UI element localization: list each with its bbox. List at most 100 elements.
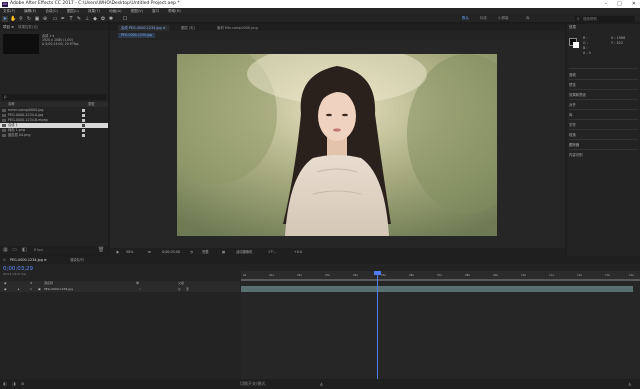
toggle-panel-icon[interactable]: ◧ bbox=[3, 381, 7, 386]
info-panel: 信息 R : G : B : A : 0 X : 1966 Y : 320 音频… bbox=[567, 24, 640, 256]
info-g: G : bbox=[583, 41, 588, 45]
label-color bbox=[82, 109, 85, 112]
workspace-default[interactable]: 默认 bbox=[462, 16, 469, 21]
tab-project[interactable]: 项目 ≡ bbox=[3, 24, 14, 31]
rectangle-tool-icon[interactable]: ▭ bbox=[52, 16, 58, 22]
divider bbox=[569, 68, 638, 69]
exposure-value[interactable]: +0.0 bbox=[294, 248, 302, 256]
selection-tool-icon[interactable]: ➤ bbox=[2, 15, 8, 22]
current-time-display[interactable]: 0;00;03;29 bbox=[3, 266, 33, 272]
info-panel-title[interactable]: 信息 bbox=[569, 25, 576, 30]
clone-tool-icon[interactable]: ⊥ bbox=[84, 16, 90, 22]
close-tab-icon[interactable]: ✕ bbox=[3, 257, 6, 264]
eraser-tool-icon[interactable]: ◆ bbox=[92, 16, 98, 22]
hand-tool-icon[interactable]: ✋ bbox=[10, 16, 16, 22]
pan-behind-tool-icon[interactable]: ⊕ bbox=[42, 16, 48, 22]
zoom-dropdown[interactable]: 50% bbox=[126, 248, 133, 256]
tab-effect-controls[interactable]: 效果控件(无) bbox=[18, 24, 38, 31]
graph-editor-icon[interactable]: ⊞ bbox=[21, 381, 24, 386]
text-tool-icon[interactable]: T bbox=[68, 16, 74, 22]
divider bbox=[569, 79, 638, 80]
workspace-standard[interactable]: 标准 bbox=[480, 16, 487, 21]
tab-composition[interactable]: 合成 PEG-0000-1234.jpg ≡ bbox=[118, 25, 169, 31]
minimize-icon[interactable]: – bbox=[605, 0, 608, 8]
project-search-input[interactable]: ρ bbox=[2, 94, 106, 100]
ruler-label: 04s bbox=[353, 273, 359, 277]
panel-character[interactable]: 字符 bbox=[569, 122, 576, 127]
ruler-label: 01s bbox=[269, 273, 275, 277]
panel-content-aware[interactable]: 内容识别 bbox=[569, 152, 583, 157]
work-area-bar[interactable] bbox=[241, 279, 640, 281]
playhead-line[interactable] bbox=[377, 271, 378, 379]
project-footer: ▦ ▭ ◧ 8 bpc 🗑 bbox=[0, 246, 108, 254]
transparency-grid-icon[interactable]: ▦ bbox=[222, 248, 225, 256]
panel-library[interactable]: 库 bbox=[569, 112, 572, 117]
panel-effects-presets[interactable]: 效果和预设 bbox=[569, 92, 586, 97]
rotate-tool-icon[interactable]: ↻ bbox=[26, 16, 32, 22]
layer-duration-bar[interactable] bbox=[241, 286, 633, 292]
panel-align[interactable]: 对齐 bbox=[569, 102, 576, 107]
ruler-label: 07s bbox=[437, 273, 443, 277]
zoom-in-icon[interactable]: ◮ bbox=[628, 381, 631, 386]
column-name[interactable]: 名称 bbox=[8, 102, 15, 107]
new-composition-icon[interactable]: ◧ bbox=[22, 247, 27, 253]
label-color bbox=[82, 134, 85, 137]
tab-render-queue[interactable]: 渲染队列 bbox=[70, 257, 84, 264]
safe-margins-icon[interactable]: ⊞ bbox=[148, 248, 151, 256]
timeline-track-area[interactable]: 0s 01s 02s 03s 04s 05s 06s 07s 08s 09s 1… bbox=[241, 271, 640, 379]
camera-dropdown[interactable]: 活动摄像机 bbox=[236, 248, 252, 256]
ruler-label: 08s bbox=[465, 273, 471, 277]
bit-depth-button[interactable]: 8 bpc bbox=[34, 248, 43, 252]
footage-icon bbox=[2, 134, 6, 137]
help-search-input[interactable]: ⚲ 搜索帮助 bbox=[575, 15, 635, 22]
column-type[interactable]: 类型 bbox=[88, 102, 95, 107]
new-folder-icon[interactable]: ▭ bbox=[12, 247, 17, 253]
interpret-footage-icon[interactable]: ▦ bbox=[3, 247, 8, 253]
ruler-label: 09s bbox=[493, 273, 499, 277]
panel-paragraph[interactable]: 段落 bbox=[569, 132, 576, 137]
layer-list-area bbox=[0, 292, 240, 379]
maximize-icon[interactable]: □ bbox=[617, 0, 622, 8]
tab-layer[interactable]: 图层 (无) bbox=[178, 25, 198, 31]
footage-icon bbox=[2, 114, 6, 117]
current-time-display[interactable]: 0;00;05;00 bbox=[162, 248, 180, 256]
delete-icon[interactable]: 🗑 bbox=[98, 247, 104, 253]
camera-tool-icon[interactable]: ▣ bbox=[34, 16, 40, 22]
project-item-info: 合成 1 ▾ 1920 x 1080 (1.00) Δ 0;00;15;00, … bbox=[42, 34, 79, 46]
woman-portrait-image bbox=[177, 54, 497, 236]
tab-timeline-comp[interactable]: PEG-0000-1234.jpg ≡ bbox=[10, 257, 47, 264]
ruler-label: 13s bbox=[605, 273, 611, 277]
brush-tool-icon[interactable]: ✎ bbox=[76, 16, 82, 22]
zoom-tool-icon[interactable]: ⚲ bbox=[18, 16, 24, 22]
zoom-out-icon[interactable]: ◭ bbox=[320, 381, 323, 386]
workspace-library[interactable]: 库 bbox=[526, 16, 530, 21]
roto-tool-icon[interactable]: ✿ bbox=[100, 16, 106, 22]
divider bbox=[569, 129, 638, 130]
toggle-switches-modes[interactable]: 切换开关/模式 bbox=[240, 381, 265, 387]
tab-footage[interactable]: 素材 Mm.comp0000.png bbox=[214, 25, 261, 31]
resolution-dropdown[interactable]: 完整 bbox=[202, 248, 209, 256]
pen-tool-icon[interactable]: ✒ bbox=[60, 16, 66, 22]
puppet-tool-icon[interactable]: ✱ bbox=[108, 16, 114, 22]
comp-breadcrumb[interactable]: PEG-0000-1234.jpg bbox=[118, 33, 155, 38]
always-preview-icon[interactable]: ◉ bbox=[116, 248, 119, 256]
title-bar: Ae Adobe After Effects CC 2017 - C:\User… bbox=[0, 0, 640, 8]
views-dropdown[interactable]: 1个... bbox=[268, 248, 277, 256]
time-ruler[interactable]: 0s 01s 02s 03s 04s 05s 06s 07s 08s 09s 1… bbox=[241, 271, 640, 281]
snap-icon[interactable]: ☐ bbox=[122, 16, 128, 22]
color-swatch-background bbox=[573, 42, 579, 48]
expand-icon[interactable]: ◨ bbox=[12, 381, 16, 386]
snapshot-icon[interactable]: ◔ bbox=[190, 248, 193, 256]
label-color bbox=[82, 129, 85, 132]
panel-audio[interactable]: 音频 bbox=[569, 72, 576, 77]
panel-preview[interactable]: 预览 bbox=[569, 82, 576, 87]
close-icon[interactable]: ✕ bbox=[632, 0, 636, 8]
composition-frame-image[interactable] bbox=[177, 54, 497, 236]
project-thumbnail bbox=[3, 34, 39, 54]
composition-canvas[interactable] bbox=[110, 40, 565, 248]
workspace-small-screen[interactable]: 小屏幕 bbox=[498, 16, 509, 21]
panel-tracker[interactable]: 跟踪器 bbox=[569, 142, 579, 147]
info-x: X : 1966 bbox=[611, 36, 626, 40]
divider bbox=[569, 89, 638, 90]
project-item[interactable]: 固态层 04.png bbox=[0, 133, 108, 138]
